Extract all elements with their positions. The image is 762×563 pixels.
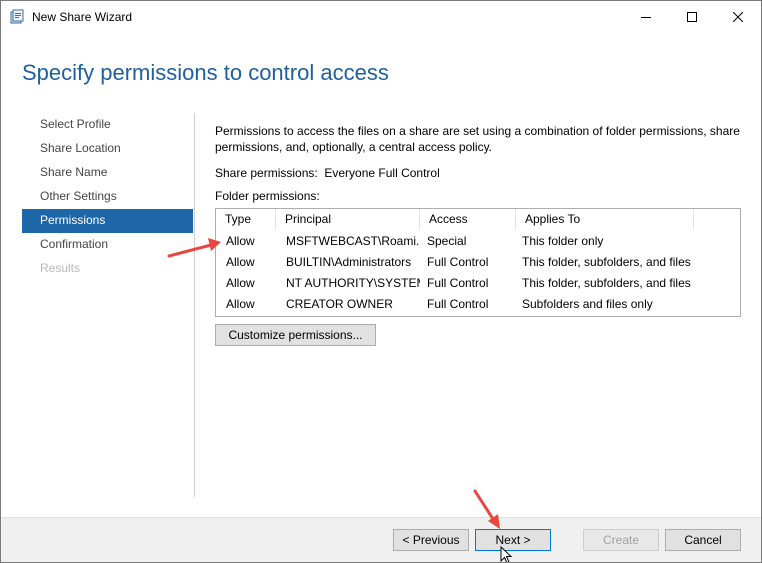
minimize-button[interactable]: [623, 1, 669, 33]
wizard-window: New Share Wizard Specify permissions to …: [0, 0, 762, 563]
column-header-type[interactable]: Type: [216, 209, 276, 230]
cell-principal: MSFTWEBCAST\Roami...: [286, 234, 420, 248]
permissions-description: Permissions to access the files on a sha…: [215, 124, 740, 154]
table-row[interactable]: Allow MSFTWEBCAST\Roami... Special This …: [216, 231, 740, 252]
footer-divider: [1, 517, 761, 518]
cell-applies-to: Subfolders and files only: [522, 297, 653, 311]
annotation-arrow-icon: [473, 489, 500, 529]
column-header-access[interactable]: Access: [420, 209, 516, 230]
table-header: Type Principal Access Applies To: [216, 209, 740, 230]
column-header-applies-to[interactable]: Applies To: [516, 209, 694, 230]
customize-permissions-button[interactable]: Customize permissions...: [215, 324, 376, 346]
column-header-principal[interactable]: Principal: [276, 209, 420, 230]
share-permissions-text: Share permissions: Everyone Full Control: [215, 166, 440, 180]
cell-principal: CREATOR OWNER: [286, 297, 393, 311]
wizard-content: Select Profile Share Location Share Name…: [1, 103, 761, 517]
maximize-button[interactable]: [669, 1, 715, 33]
folder-permissions-table[interactable]: Type Principal Access Applies To Allow M…: [215, 208, 741, 317]
nav-divider: [194, 113, 195, 497]
cell-access: Special: [427, 234, 467, 248]
nav-item-other-settings[interactable]: Other Settings: [22, 185, 193, 209]
minimize-icon: [641, 12, 651, 22]
table-row[interactable]: Allow CREATOR OWNER Full Control Subfold…: [216, 294, 740, 315]
cell-applies-to: This folder only: [522, 234, 604, 248]
cell-principal: NT AUTHORITY\SYSTEM: [286, 276, 420, 290]
mouse-cursor-icon: [500, 546, 513, 562]
close-button[interactable]: [715, 1, 761, 33]
create-button: Create: [583, 529, 659, 551]
close-icon: [733, 12, 743, 22]
nav-item-select-profile[interactable]: Select Profile: [22, 113, 193, 137]
cell-type: Allow: [226, 276, 255, 290]
cell-access: Full Control: [427, 297, 489, 311]
cancel-button[interactable]: Cancel: [665, 529, 741, 551]
cell-applies-to: This folder, subfolders, and files: [522, 276, 691, 290]
folder-permissions-label: Folder permissions:: [215, 189, 320, 203]
nav-item-permissions[interactable]: Permissions: [22, 209, 193, 233]
cell-access: Full Control: [427, 276, 489, 290]
table-row[interactable]: Allow NT AUTHORITY\SYSTEM Full Control T…: [216, 273, 740, 294]
title-bar[interactable]: New Share Wizard: [1, 1, 761, 33]
cell-type: Allow: [226, 297, 255, 311]
nav-item-share-name[interactable]: Share Name: [22, 161, 193, 185]
window-title: New Share Wizard: [32, 10, 133, 24]
share-wizard-icon: [10, 9, 26, 25]
cell-access: Full Control: [427, 255, 489, 269]
maximize-icon: [687, 12, 697, 22]
page-title: Specify permissions to control access: [22, 60, 389, 85]
table-row[interactable]: Allow BUILTIN\Administrators Full Contro…: [216, 252, 740, 273]
cell-applies-to: This folder, subfolders, and files: [522, 255, 691, 269]
annotation-arrow-icon: [167, 238, 221, 258]
wizard-header: Specify permissions to control access: [1, 33, 761, 103]
cell-principal: BUILTIN\Administrators: [286, 255, 412, 269]
previous-button[interactable]: < Previous: [393, 529, 469, 551]
nav-item-share-location[interactable]: Share Location: [22, 137, 193, 161]
